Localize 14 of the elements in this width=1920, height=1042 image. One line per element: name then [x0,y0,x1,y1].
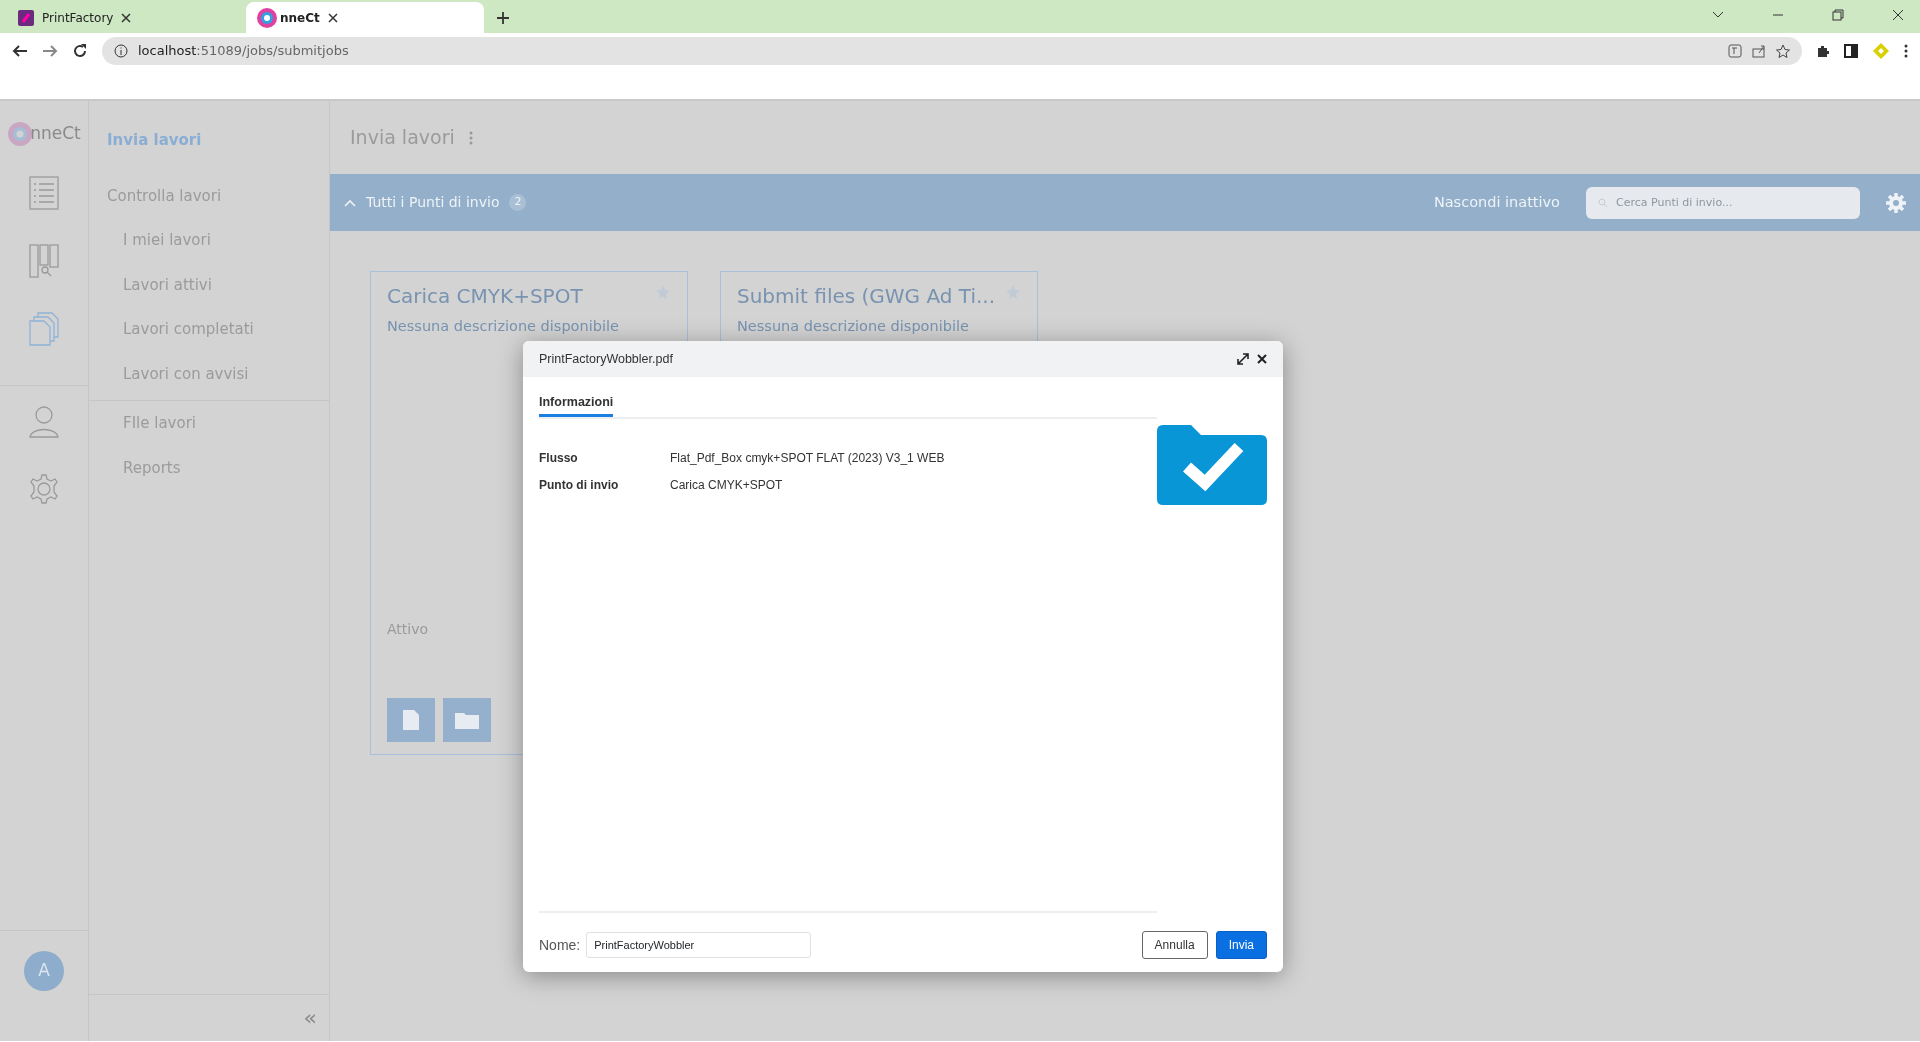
field-label: Flusso [539,449,579,467]
field-value: Flat_Pdf_Box cmyk+SPOT FLAT (2023) V3_1 WEB [670,449,945,467]
page-title: Invia lavori [350,125,455,151]
field-value: Carica CMYK+SPOT [670,476,783,494]
card-title: Submit files (GWG Ad Ti... [737,284,996,308]
field-label: Punto di invio [539,476,620,494]
dialog-title: PrintFactoryWobbler.pdf [539,350,673,368]
status-text: Attivo [387,620,430,639]
logo-text: nneCt [30,122,81,146]
card-description: Nessuna descrizione disponibile [737,317,970,336]
card-description: Nessuna descrizione disponibile [387,317,620,336]
card-title: Carica CMYK+SPOT [387,284,583,308]
count-badge: 2 [509,194,527,211]
name-label: Nome: [539,935,581,955]
